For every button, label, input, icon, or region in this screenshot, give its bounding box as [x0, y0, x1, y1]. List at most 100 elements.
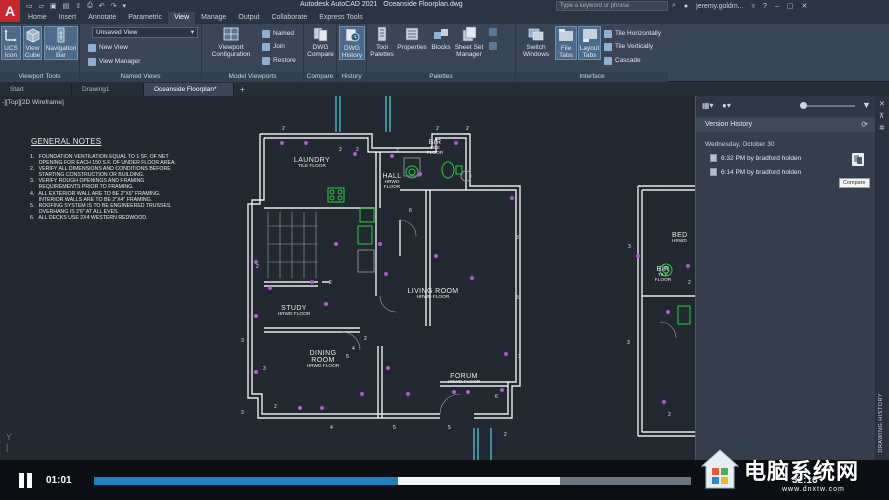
file-tab[interactable]: Drawing1 — [72, 83, 144, 96]
viewport-controls-label[interactable]: -][Top][2D Wireframe] — [2, 99, 64, 106]
open-folder-icon[interactable]: ▱ — [39, 2, 44, 10]
svg-text:3: 3 — [518, 354, 521, 360]
ucs-indicator-icon: Y | — [6, 432, 13, 452]
ucs-icon-button[interactable]: UCS Icon — [1, 26, 21, 60]
document-icon — [710, 154, 717, 162]
cart-icon[interactable]: ▿ — [752, 2, 756, 10]
interface-group: Switch Windows File Tabs Layout Tabs Til… — [516, 24, 668, 82]
palettes-label: Palettes — [367, 72, 515, 82]
svg-text:2: 2 — [329, 280, 332, 286]
save-icon[interactable]: ▣ — [50, 2, 57, 10]
refresh-icon[interactable]: ⟳ — [861, 120, 868, 129]
properties-button[interactable]: Properties — [395, 26, 429, 51]
tile-horizontally-button[interactable]: Tile Horizontally — [604, 28, 661, 39]
ribbon-tab-collaborate[interactable]: Collaborate — [265, 12, 313, 24]
share-icon[interactable]: ⇧ — [75, 2, 81, 10]
palette-toolbar: ▦▾ ●▾ ▼ — [696, 96, 876, 116]
undo-icon[interactable]: ↶ — [99, 2, 105, 10]
palettes-group: Tool Palettes Properties Blocks Sheet Se… — [367, 24, 516, 82]
search-icon[interactable]: ⌕ — [672, 2, 676, 10]
quick-access-toolbar: ▭ ▱ ▣ ▤ ⇧ ⎙ ↶ ↷ ▾ — [26, 0, 126, 12]
user-filter-icon[interactable]: ●▾ — [722, 101, 731, 110]
ribbon-tab-home[interactable]: Home — [22, 12, 53, 24]
pause-icon[interactable] — [17, 473, 33, 488]
svg-text:2: 2 — [274, 404, 277, 410]
view-manager-button[interactable]: View Manager — [88, 56, 140, 67]
svg-text:3: 3 — [241, 338, 244, 344]
drawing-canvas[interactable]: 222 222 233 232 455 542 633 633 322 2 -]… — [0, 96, 695, 460]
new-view-button[interactable]: New View — [88, 42, 128, 53]
version-item[interactable]: 6:14 PM by bradford holden — [710, 167, 801, 177]
ribbon-tab-parametric[interactable]: Parametric — [122, 12, 168, 24]
ribbon-tab-annotate[interactable]: Annotate — [82, 12, 122, 24]
close-palette-icon[interactable]: ✕ — [879, 100, 885, 108]
help-icon[interactable]: ? — [763, 3, 767, 10]
maximize-icon[interactable]: ▢ — [787, 2, 794, 10]
view-cube-button[interactable]: View Cube — [23, 26, 42, 60]
title-right-area: ⌕ ● jeremy.goldm... ▿ ? – ▢ ✕ — [672, 0, 807, 12]
settings-gear-icon[interactable]: ✲ — [879, 124, 885, 132]
user-name[interactable]: jeremy.goldm... — [696, 3, 743, 10]
tool-palettes-button[interactable]: Tool Palettes — [369, 26, 395, 58]
ribbon-panel: UCS Icon View Cube Navigation Bar Viewpo… — [0, 24, 889, 82]
plot-icon[interactable]: ⎙ — [87, 2, 93, 10]
search-input[interactable]: Type a keyword or phrase — [556, 1, 668, 11]
timeline-slider[interactable] — [803, 105, 855, 107]
redo-icon[interactable]: ↷ — [111, 2, 117, 10]
sheet-set-manager-icon — [462, 26, 477, 42]
room-br: B/R TILE FLOOR — [426, 139, 444, 156]
compare-button[interactable] — [852, 153, 864, 166]
workspace-dropdown-icon[interactable]: ▾ — [123, 2, 127, 10]
blocks-button[interactable]: Blocks — [429, 26, 453, 51]
ribbon-tab-manage[interactable]: Manage — [195, 12, 232, 24]
version-item[interactable]: 6:32 PM by bradford holden — [710, 153, 801, 163]
close-icon[interactable]: ✕ — [801, 2, 807, 10]
save-as-icon[interactable]: ▤ — [63, 2, 70, 10]
navigation-bar-button[interactable]: Navigation Bar — [44, 26, 78, 60]
history-label: History — [337, 72, 366, 82]
ucs-axes-icon — [4, 29, 17, 42]
named-viewports-button[interactable]: Named — [262, 28, 294, 39]
filter-icon[interactable]: ▼ — [862, 100, 871, 110]
ribbon-tab-express-tools[interactable]: Express Tools — [313, 12, 368, 24]
more-palettes-icon[interactable] — [489, 26, 497, 37]
join-viewports-button[interactable]: Join — [262, 41, 285, 52]
video-progress-bar[interactable] — [94, 477, 691, 485]
drawing-history-vertical-label: DRAWING HISTORY — [878, 393, 884, 453]
restore-viewports-button[interactable]: Restore — [262, 55, 296, 66]
file-tabs-button[interactable]: File Tabs — [555, 26, 577, 60]
timeline-slider-handle[interactable] — [800, 102, 807, 109]
watermark-house-logo — [700, 449, 740, 489]
general-notes-list: 1. FOUNDATION VENTILATION EQUAL TO 1 SF.… — [30, 154, 176, 221]
calendar-filter-icon[interactable]: ▦▾ — [702, 101, 714, 110]
view-manager-icon — [88, 57, 96, 66]
switch-windows-button[interactable]: Switch Windows — [519, 26, 553, 58]
ribbon-tab-insert[interactable]: Insert — [53, 12, 83, 24]
dwg-history-button[interactable]: DWG History — [339, 26, 365, 60]
ribbon-tab-bar: Home Insert Annotate Parametric View Manage Ou… — [0, 12, 889, 24]
minimize-icon[interactable]: – — [775, 3, 779, 10]
new-tab-icon[interactable]: + — [234, 83, 251, 96]
sheet-set-manager-button[interactable]: Sheet Set Manager — [453, 26, 485, 58]
file-tab[interactable]: Oceanside Floorplan* ✕ — [144, 83, 234, 106]
autocad-logo-icon[interactable]: A — [0, 0, 20, 22]
pin-icon[interactable]: ⊼ — [879, 112, 884, 120]
user-icon[interactable]: ● — [684, 3, 688, 10]
cascade-icon — [604, 56, 612, 65]
tile-vertically-button[interactable]: Tile Vertically — [604, 41, 653, 52]
site-watermark: 电脑系统网 www.dnxtw.com — [700, 448, 889, 500]
file-tab[interactable]: Start — [0, 83, 72, 96]
new-file-icon[interactable]: ▭ — [26, 2, 33, 10]
cascade-button[interactable]: Cascade — [604, 55, 641, 66]
layout-tabs-button[interactable]: Layout Tabs — [578, 26, 601, 60]
ribbon-tab-output[interactable]: Output — [232, 12, 265, 24]
named-view-combo[interactable]: Unsaved View ▾ — [92, 27, 198, 38]
layer-palette-icon[interactable] — [489, 40, 497, 51]
ribbon-tab-view[interactable]: View — [168, 12, 196, 24]
floorplan-svg: 22 2 2 22 233 232 455 542 633 633 322 2 — [0, 96, 695, 460]
svg-text:5: 5 — [393, 425, 396, 431]
viewport-configuration-button[interactable]: Viewport Configuration — [206, 26, 256, 58]
dwg-compare-button[interactable]: DWG Compare — [306, 26, 335, 58]
general-notes-title: GENERAL NOTES — [31, 137, 102, 146]
svg-text:2: 2 — [466, 126, 469, 132]
